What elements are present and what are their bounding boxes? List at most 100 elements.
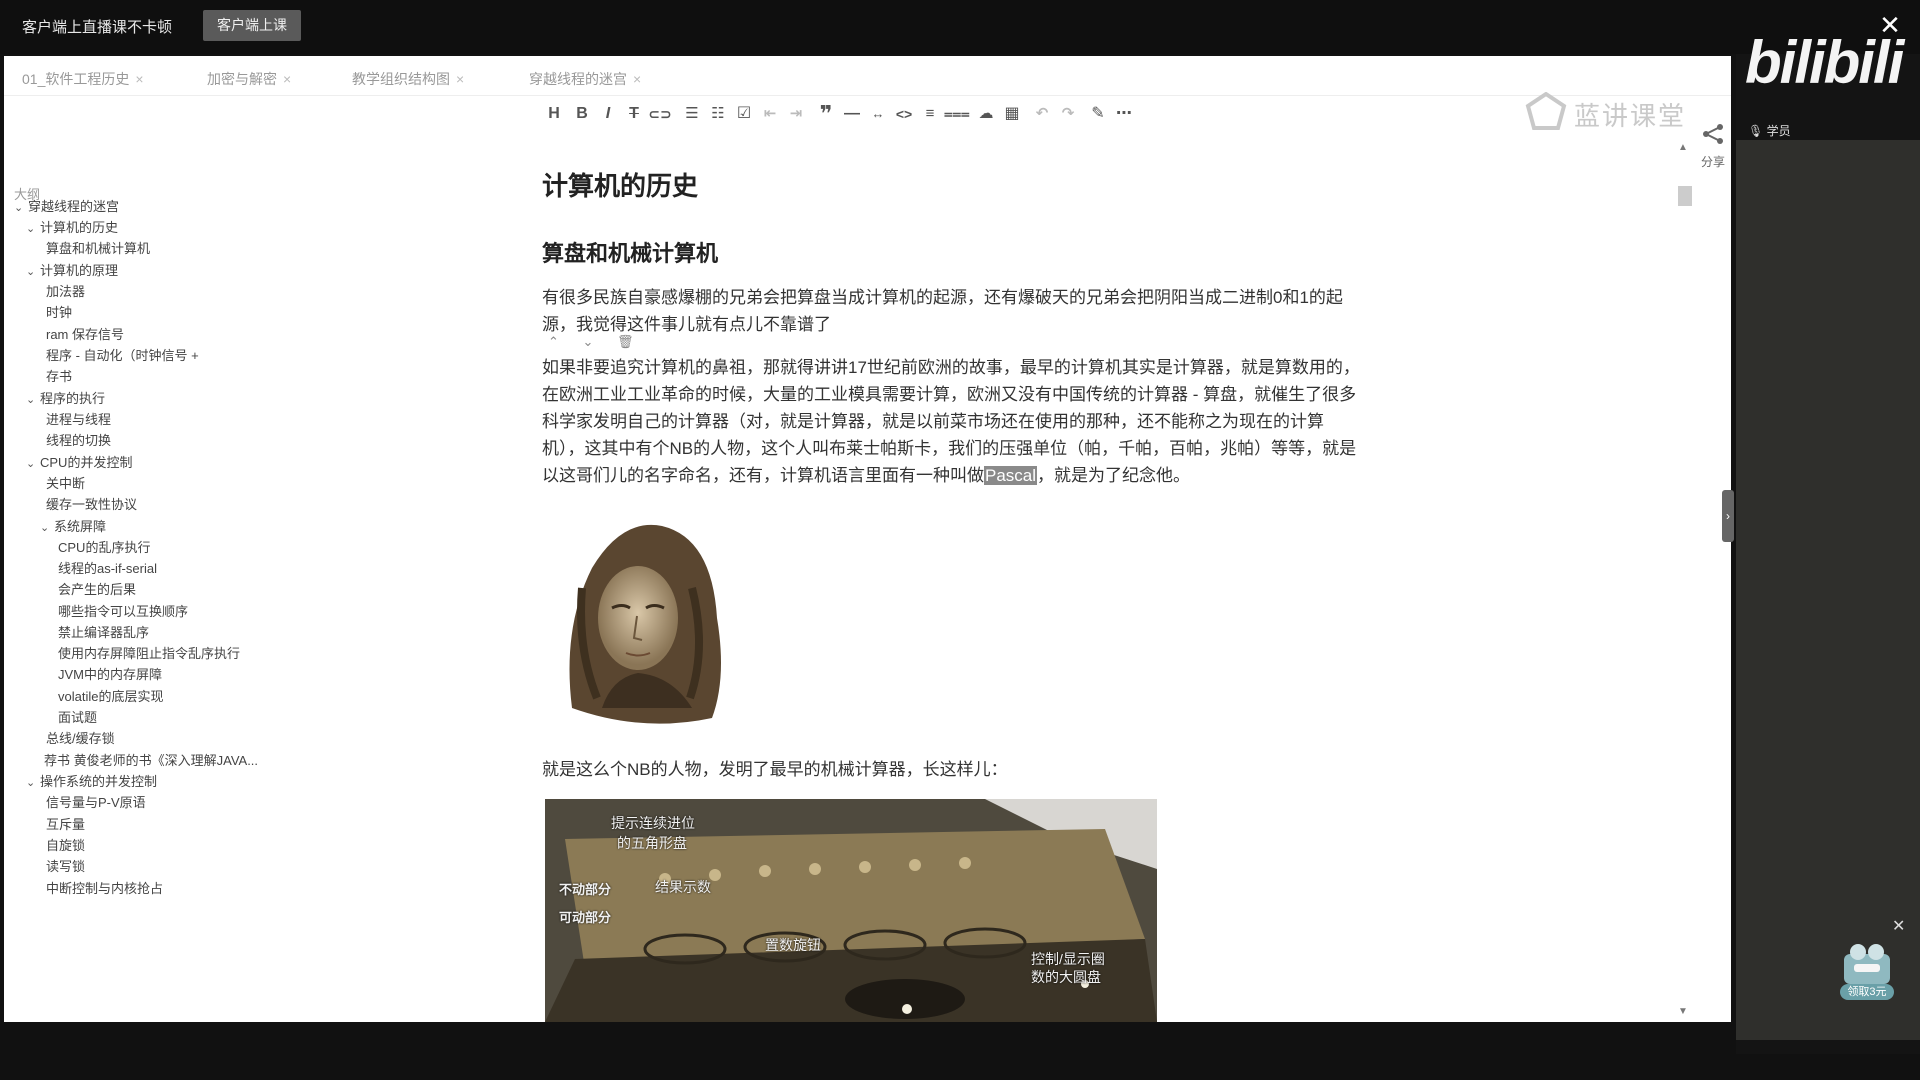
tab-software-history[interactable]: 01_软件工程历史 ×	[22, 69, 144, 89]
hr-icon[interactable]: —	[840, 102, 864, 126]
outline-item-label: 缓存一致性协议	[46, 497, 138, 512]
chevron-down-icon[interactable]: ⌄	[26, 222, 40, 235]
coupon-widget[interactable]: ✕ 领取3元	[1836, 918, 1905, 1002]
outline-item[interactable]: 关中断	[46, 473, 85, 492]
outline-item-label: 操作系统的并发控制	[40, 774, 158, 789]
outline-item[interactable]: 荐书 黄俊老师的书《深入理解JAVA...	[44, 750, 258, 769]
scroll-down-arrow-icon[interactable]: ▼	[1678, 1006, 1688, 1017]
paragraph-line: 源，我觉得这件事儿就有点儿不靠谱了	[542, 315, 831, 334]
outline-item[interactable]: 哪些指令可以互换顺序	[58, 601, 188, 620]
inline-code-icon[interactable]: ↔	[866, 102, 890, 126]
outline-item[interactable]: ⌄ 操作系统的并发控制	[26, 771, 157, 790]
tab-thread-maze[interactable]: 穿越线程的迷宫 ×	[529, 69, 641, 89]
chevron-down-icon[interactable]: ⌄	[26, 776, 40, 789]
machine-label: 的五角形盘	[617, 835, 687, 851]
undo-icon[interactable]: ↶	[1030, 102, 1054, 126]
tab-close-icon[interactable]: ×	[135, 71, 143, 87]
outline-item[interactable]: 程序 - 自动化（时钟信号 +	[46, 345, 199, 364]
tab-close-icon[interactable]: ×	[633, 71, 641, 87]
outline-item[interactable]: JVM中的内存屏障	[58, 664, 162, 683]
ordered-list-icon[interactable]: ☷	[706, 102, 730, 126]
outline-item[interactable]: 面试题	[58, 707, 97, 726]
code-block-icon[interactable]: <>	[892, 102, 916, 126]
outline-item-label: 加法器	[46, 284, 86, 299]
link-icon[interactable]: ⊂⊃	[648, 102, 672, 126]
outline-item[interactable]: 时钟	[46, 302, 72, 321]
outline-item[interactable]: 进程与线程	[46, 409, 111, 428]
outdent-icon[interactable]: ⇤	[758, 102, 782, 126]
outline-item[interactable]: 读写锁	[46, 856, 85, 875]
coupon-icon	[1844, 944, 1890, 984]
paragraph-1[interactable]: 有很多民族自豪感爆棚的兄弟会把算盘当成计算机的起源，还有爆破天的兄弟会把阴阳当成…	[542, 284, 1422, 338]
tab-bar: 01_软件工程历史 × 加密与解密 × 教学组织结构图 × 穿越线程的迷宫 ×	[4, 56, 1731, 96]
scroll-up-arrow-icon[interactable]: ▲	[1678, 142, 1688, 153]
align-icon[interactable]: ≡	[918, 102, 942, 126]
italic-icon[interactable]: I	[596, 102, 620, 126]
checklist-icon[interactable]: ☑	[732, 102, 756, 126]
chevron-down-icon[interactable]: ⌄	[26, 457, 40, 470]
outline-item[interactable]: ⌄ CPU的并发控制	[26, 452, 132, 471]
chevron-down-icon[interactable]: ⌄	[40, 521, 54, 534]
tab-close-icon[interactable]: ×	[283, 71, 291, 87]
share-button[interactable]: 分享	[1696, 122, 1730, 170]
edit-icon[interactable]: ✎	[1086, 102, 1110, 126]
machine-label: 数的大圆盘	[1031, 969, 1101, 985]
block-tools[interactable]: ⌃ ⌄ 🗑	[548, 334, 644, 350]
outline-item[interactable]: 线程的as-if-serial	[58, 558, 157, 577]
upload-icon[interactable]: ☁	[974, 102, 998, 126]
outline-item[interactable]: 中断控制与内核抢占	[46, 878, 163, 897]
paragraph-2[interactable]: 如果非要追究计算机的鼻祖，那就得讲讲17世纪前欧洲的故事，最早的计算机其实是计算…	[542, 354, 1422, 489]
paragraph-3[interactable]: 就是这么个NB的人物，发明了最早的机械计算器，长这样儿：	[542, 756, 1422, 783]
outline-item[interactable]: 禁止编译器乱序	[58, 622, 149, 641]
selected-text-pascal[interactable]: Pascal	[984, 466, 1038, 485]
outline-item[interactable]: ram 保存信号	[46, 324, 124, 343]
outline-item[interactable]: 算盘和机械计算机	[46, 238, 150, 257]
outline-item[interactable]: 总线/缓存锁	[46, 728, 115, 747]
outline-item[interactable]: ⌄ 系统屏障	[40, 516, 106, 535]
table-icon[interactable]: ▦	[1000, 102, 1024, 126]
paragraph-line: 科学家发明自己的计算器（对，就是计算器，就是以前菜市场还在使用的那种，还不能称之…	[542, 412, 1324, 431]
outline-item[interactable]: 加法器	[46, 281, 85, 300]
outline-item[interactable]: CPU的乱序执行	[58, 537, 150, 556]
outline-item[interactable]: 自旋锁	[46, 835, 85, 854]
bold-icon[interactable]: B	[570, 102, 594, 126]
more-icon[interactable]: ⋯	[1112, 102, 1136, 126]
paragraph-line: 在欧洲工业工业革命的时候，大量的工业模具需要计算，欧洲又没有中国传统的计算器 -…	[542, 385, 1357, 404]
tab-label: 01_软件工程历史	[22, 71, 130, 87]
pascaline-machine-image: 提示连续进位 的五角形盘 不动部分 结果示数 可动部分 置数旋钮 控制/显示圈 …	[545, 799, 1157, 1022]
outline-item[interactable]: ⌄ 穿越线程的迷宫	[14, 196, 119, 215]
outline-item[interactable]: 会产生的后果	[58, 579, 136, 598]
bullet-list-icon[interactable]: ☰	[680, 102, 704, 126]
outline-item-label: CPU的并发控制	[40, 455, 133, 470]
outline-item[interactable]: 互斥量	[46, 814, 85, 833]
outline-item[interactable]: 存书	[46, 366, 72, 385]
client-class-button[interactable]: 客户端上课	[203, 10, 301, 41]
tab-encryption[interactable]: 加密与解密 ×	[207, 69, 291, 89]
chevron-down-icon[interactable]: ⌄	[26, 393, 40, 406]
outline-item[interactable]: ⌄ 计算机的历史	[26, 217, 118, 236]
outline-item-label: 时钟	[46, 305, 73, 320]
collapse-panel-handle[interactable]: ›	[1722, 490, 1734, 542]
outline-item[interactable]: volatile的底层实现	[58, 686, 163, 705]
outline-item[interactable]: ⌄ 程序的执行	[26, 388, 105, 407]
outline-item[interactable]: ⌄ 计算机的原理	[26, 260, 118, 279]
section-heading: 算盘和机械计算机	[542, 241, 719, 266]
outline-item[interactable]: 缓存一致性协议	[46, 494, 137, 513]
chevron-down-icon[interactable]: ⌄	[14, 201, 28, 214]
outline-item-label: 穿越线程的迷宫	[28, 199, 120, 214]
quote-icon[interactable]: ❞	[814, 102, 838, 126]
redo-icon[interactable]: ↷	[1056, 102, 1080, 126]
scrollbar-thumb[interactable]	[1678, 186, 1692, 206]
machine-label: 不动部分	[559, 882, 612, 897]
heading-icon[interactable]: H	[542, 102, 566, 126]
chevron-down-icon[interactable]: ⌄	[26, 265, 40, 278]
tab-close-icon[interactable]: ×	[456, 71, 464, 87]
indent-icon[interactable]: ⇥	[784, 102, 808, 126]
format-icon[interactable]: ⩶	[944, 102, 970, 126]
outline-item[interactable]: 使用内存屏障阻止指令乱序执行	[58, 643, 240, 662]
outline-item[interactable]: 信号量与P-V原语	[46, 792, 146, 811]
close-icon[interactable]: ✕	[1892, 916, 1905, 936]
strikethrough-icon[interactable]: T	[622, 102, 646, 126]
outline-item[interactable]: 线程的切换	[46, 430, 111, 449]
tab-org-chart[interactable]: 教学组织结构图 ×	[352, 69, 464, 89]
